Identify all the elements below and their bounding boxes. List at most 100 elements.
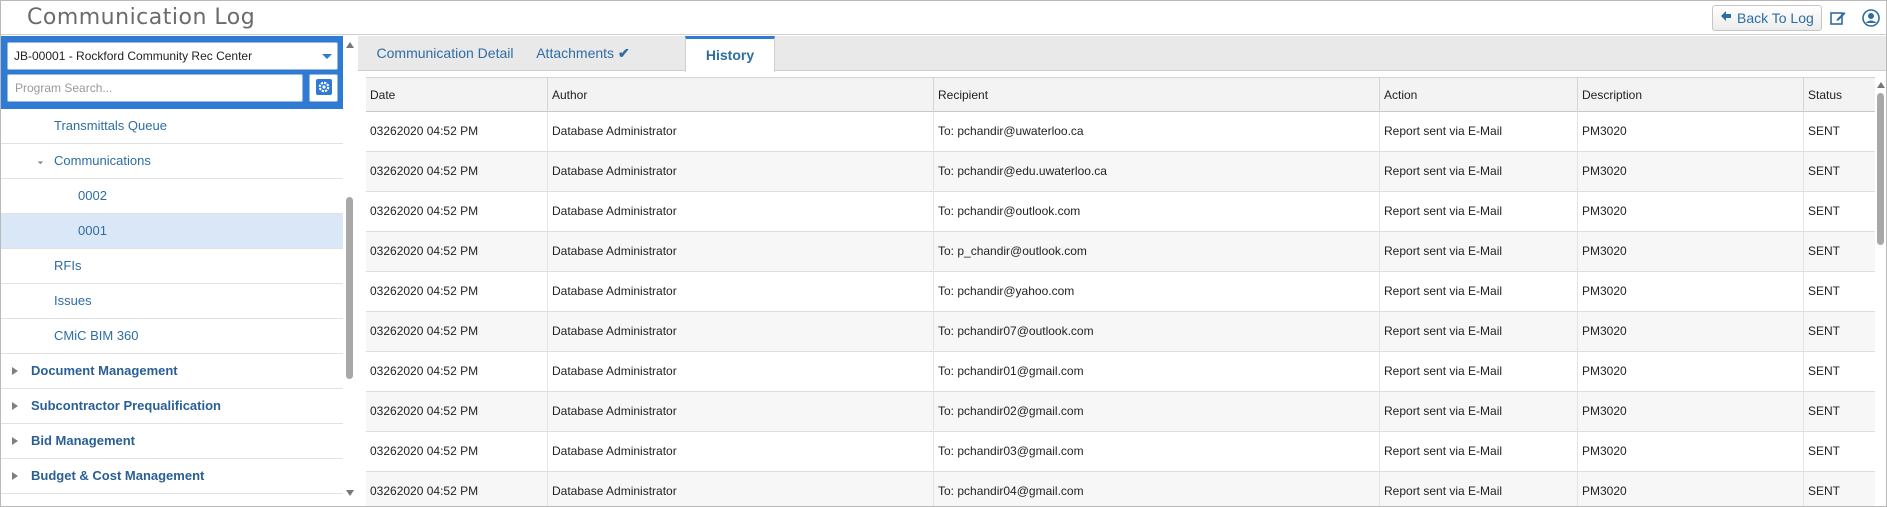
cell-author: Database Administrator [548,432,934,472]
nav-scrollbar[interactable] [343,36,357,506]
cell-action: Report sent via E-Mail [1380,192,1578,232]
tree-item-subcontractor-prequalification[interactable]: Subcontractor Prequalification [1,389,343,424]
back-to-log-button[interactable]: Back To Log [1712,5,1822,31]
cell-recipient: To: pchandir@outlook.com [934,192,1380,232]
table-row[interactable]: 03262020 04:52 PM Database Administrator T… [366,472,1875,506]
cell-description: PM3020 [1578,392,1804,432]
app-header: Communication Log Back To Log [1,1,1886,35]
scroll-up-icon[interactable] [346,42,354,48]
cell-date: 03262020 04:52 PM [366,392,548,432]
back-arrow-icon [1720,6,1732,30]
tree-item-label: RFIs [54,258,82,273]
cell-description: PM3020 [1578,432,1804,472]
cell-action: Report sent via E-Mail [1380,152,1578,192]
tab-label: History [705,47,755,63]
tree-item-transmittals-queue[interactable]: Transmittals Queue [1,109,343,144]
cell-action: Report sent via E-Mail [1380,392,1578,432]
scroll-thumb[interactable] [1877,93,1884,245]
cell-author: Database Administrator [548,352,934,392]
back-to-log-label: Back To Log [1737,10,1814,26]
tree-item-label: Transmittals Queue [54,118,167,133]
tab-history[interactable]: History [685,36,775,72]
table-row[interactable]: 03262020 04:52 PM Database Administrator T… [366,432,1875,472]
program-tree: Transmittals Queue Communications 0002 0… [1,109,343,506]
tab-label: Attachments [536,45,615,61]
cell-status: SENT [1808,124,1841,138]
table-row[interactable]: 03262020 04:52 PM Database Administrator T… [366,352,1875,392]
cell-recipient: To: pchandir@edu.uwaterloo.ca [934,152,1380,192]
cell-description: PM3020 [1578,272,1804,312]
tab-label: Communication Detail [376,45,514,61]
cell-author: Database Administrator [548,392,934,432]
collapsed-arrow-icon[interactable] [12,472,18,480]
table-scrollbar[interactable] [1876,77,1886,506]
cell-action: Report sent via E-Mail [1380,312,1578,352]
tree-item-issues[interactable]: Issues [1,284,343,319]
table-row[interactable]: 03262020 04:52 PM Database Administrator T… [366,312,1875,352]
table-header: Date Author Recipient Action Description… [366,77,1875,112]
scroll-thumb[interactable] [346,197,353,379]
search-settings-button[interactable] [309,74,338,102]
cell-description: PM3020 [1578,312,1804,352]
collapsed-arrow-icon[interactable] [12,367,18,375]
tree-item-0002[interactable]: 0002 [1,179,343,214]
tab-communication-detail[interactable]: Communication Detail [370,36,520,71]
edit-icon[interactable] [1828,8,1848,28]
gear-icon [315,78,332,98]
app-window: Communication Log Back To Log JB-00001 -… [0,0,1887,507]
column-header-action[interactable]: Action [1380,78,1578,112]
tree-item-bid-management[interactable]: Bid Management [1,424,343,459]
tree-item-rfis[interactable]: RFIs [1,249,343,284]
scroll-down-icon[interactable] [346,490,354,496]
tree-item-label: Issues [54,293,92,308]
table-row[interactable]: 03262020 04:52 PM Database Administrator T… [366,152,1875,192]
tree-item-label: 0002 [78,188,107,203]
cell-action: Report sent via E-Mail [1380,272,1578,312]
cell-status: SENT [1808,164,1841,178]
tree-item-label: Document Management [31,363,178,378]
job-select-value: JB-00001 - Rockford Community Rec Center [14,49,253,63]
column-header-status[interactable]: Status [1804,78,1875,112]
cell-description: PM3020 [1578,152,1804,192]
cell-date: 03262020 04:52 PM [366,192,548,232]
cell-action: Report sent via E-Mail [1380,432,1578,472]
scroll-up-icon[interactable] [1877,82,1885,88]
tree-item-label: CMiC BIM 360 [54,328,139,343]
column-header-author[interactable]: Author [548,78,934,112]
cell-date: 03262020 04:52 PM [366,112,548,152]
job-picker-area: JB-00001 - Rockford Community Rec Center [1,36,343,109]
table-row[interactable]: 03262020 04:52 PM Database Administrator T… [366,232,1875,272]
tab-attachments[interactable]: Attachments ✔ [524,36,642,71]
cell-status: SENT [1808,284,1841,298]
job-select[interactable]: JB-00001 - Rockford Community Rec Center [7,42,338,70]
cell-description: PM3020 [1578,472,1804,506]
cell-recipient: To: pchandir03@gmail.com [934,432,1380,472]
cell-recipient: To: pchandir07@outlook.com [934,312,1380,352]
column-header-recipient[interactable]: Recipient [934,78,1380,112]
user-icon[interactable] [1861,8,1881,28]
cell-description: PM3020 [1578,232,1804,272]
cell-description: PM3020 [1578,352,1804,392]
cell-date: 03262020 04:52 PM [366,352,548,392]
table-row[interactable]: 03262020 04:52 PM Database Administrator T… [366,192,1875,232]
tree-item-document-management[interactable]: Document Management [1,354,343,389]
column-header-description[interactable]: Description [1578,78,1804,112]
cell-description: PM3020 [1578,112,1804,152]
collapsed-arrow-icon[interactable] [12,437,18,445]
program-search-input[interactable] [7,74,303,102]
table-row[interactable]: 03262020 04:52 PM Database Administrator T… [366,272,1875,312]
check-icon: ✔ [618,45,630,61]
table-row[interactable]: 03262020 04:52 PM Database Administrator T… [366,392,1875,432]
cell-recipient: To: p_chandir@outlook.com [934,232,1380,272]
tree-item-label: Bid Management [31,433,136,448]
column-header-date[interactable]: Date [366,78,548,112]
tree-item-0001[interactable]: 0001 [1,214,343,249]
chevron-down-icon [322,54,332,59]
expanded-arrow-icon[interactable] [34,155,44,165]
tree-item-cmic-bim-360[interactable]: CMiC BIM 360 [1,319,343,354]
collapsed-arrow-icon[interactable] [12,402,18,410]
table-row[interactable]: 03262020 04:52 PM Database Administrator T… [366,112,1875,152]
tree-item-budget-cost-management[interactable]: Budget & Cost Management [1,459,343,494]
cell-recipient: To: pchandir04@gmail.com [934,472,1380,506]
tree-item-communications[interactable]: Communications [1,144,343,179]
